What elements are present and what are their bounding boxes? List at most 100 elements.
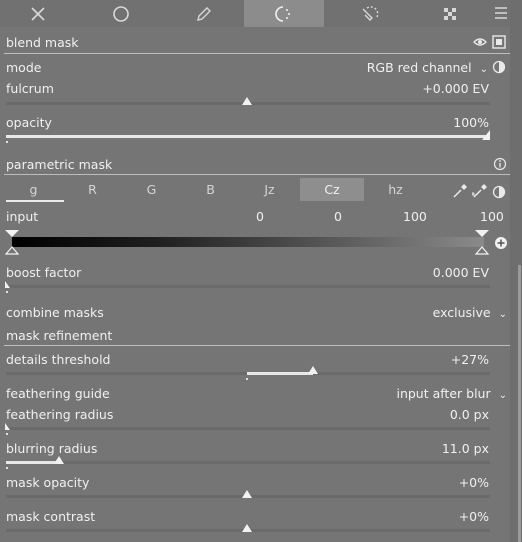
input-value-1: 0 [256,209,264,224]
channel-label: Cz [324,182,340,197]
feathering-guide-dropdown[interactable]: input after blur ⌄ [396,386,507,401]
combine-masks-label: combine masks [6,305,104,320]
input-value-3: 100 [403,209,427,224]
separator [4,53,510,54]
info-icon [493,157,507,171]
channel-label: B [206,182,215,197]
tab-drawn-parametric[interactable] [340,0,399,27]
channel-label: g [29,182,38,197]
drawn-parametric-icon [362,5,378,21]
channel-tab-Jz[interactable]: Jz [240,178,299,201]
raster-mask-icon [443,7,456,20]
opacity-label: opacity [6,115,52,130]
eyedropper-plus-icon [471,184,487,198]
channel-tab-hz[interactable]: hz [366,178,425,201]
fulcrum-marker[interactable] [242,97,252,105]
tab-raster-mask[interactable] [420,0,479,27]
scrollbar-thumb[interactable] [518,265,521,542]
pick-color-button[interactable] [452,183,468,202]
module-tab-bar [0,0,510,27]
boost-factor-value: 0.000 EV [432,265,489,280]
input-value-2: 0 [334,209,342,224]
invert-polarity-button[interactable] [492,185,506,202]
blurring-radius-value: 11.0 px [441,441,489,456]
tab-off[interactable] [8,0,67,27]
fulcrum-value: +0.000 EV [422,81,489,96]
separator [4,174,510,175]
chevron-down-icon: ⌄ [498,390,507,401]
mask-opacity-marker[interactable] [242,490,252,498]
tab-parametric-mask[interactable] [244,0,324,27]
channel-tab-R[interactable]: R [63,178,122,201]
details-threshold-label: details threshold [6,352,111,367]
blurring-radius-marker[interactable] [54,456,65,464]
details-threshold-marker[interactable] [308,366,319,374]
details-threshold-value: +27% [450,352,489,367]
chevron-down-icon: ⌄ [479,64,488,75]
mode-dropdown[interactable]: RGB red channel ⌄ [367,60,488,75]
input-gradient-bar[interactable] [12,237,484,247]
opacity-value: 100% [453,115,489,130]
mask-contrast-marker[interactable] [242,524,252,532]
half-circle-icon [492,185,506,199]
feathering-guide-value: input after blur [396,386,491,401]
slider-tick [6,291,8,293]
input-label: input [6,209,39,224]
separator [4,345,510,346]
tab-uniformly[interactable] [91,0,150,27]
channel-tab-B[interactable]: B [181,178,240,201]
parametric-mask-icon [275,5,290,22]
mode-label: mode [6,60,42,75]
boost-factor-marker[interactable] [5,281,11,289]
channel-tab-G[interactable]: G [122,178,181,201]
plus-circle-icon [495,237,507,249]
pencil-icon [196,6,211,21]
display-mask-button[interactable] [492,35,506,52]
channel-tab-Cz[interactable]: Cz [300,178,364,201]
feathering-radius-slider[interactable] [6,427,490,430]
blurring-radius-label: blurring radius [6,441,98,456]
tab-drawn-mask[interactable] [174,0,233,27]
boost-factor-label: boost factor [6,265,82,280]
channel-label: hz [388,182,403,197]
mask-opacity-label: mask opacity [6,475,90,490]
opacity-fill [6,135,490,138]
channel-tab-underline [6,200,64,202]
blend-mask-title: blend mask [6,35,79,50]
mask-contrast-value: +0% [458,509,489,524]
half-circle-icon [492,60,506,74]
range-bottom-left-marker[interactable] [5,246,19,255]
mask-opacity-value: +0% [458,475,489,490]
mask-contrast-label: mask contrast [6,509,96,524]
blurring-radius-slider[interactable] [6,461,490,464]
channel-tab-g[interactable]: g [4,178,63,201]
info-button[interactable] [493,157,507,174]
slider-tick [246,378,248,380]
combine-masks-dropdown[interactable]: exclusive ⌄ [433,305,507,320]
channel-label: G [146,182,157,197]
eyedropper-icon [453,184,467,198]
boost-factor-slider[interactable] [6,285,490,288]
range-bottom-right-marker[interactable] [475,246,489,255]
mask-refinement-title: mask refinement [6,328,113,343]
add-range-button[interactable] [494,236,508,253]
invert-channel-button[interactable] [492,60,506,77]
hamburger-menu-icon [495,7,507,19]
close-icon [30,6,45,21]
channel-label: Jz [264,182,275,197]
square-mask-icon [492,35,506,49]
feathering-radius-marker[interactable] [5,423,11,431]
mode-value: RGB red channel [366,60,472,75]
blurring-radius-fill [6,461,60,464]
slider-tick [6,467,8,469]
show-mask-button[interactable] [473,36,487,51]
feathering-radius-value: 0.0 px [449,407,489,422]
opacity-marker[interactable] [482,130,492,142]
circle-icon [112,5,129,22]
slider-tick [6,433,8,435]
feathering-guide-label: feathering guide [6,386,110,401]
menu-button[interactable] [494,6,508,23]
combine-masks-value: exclusive [432,305,491,320]
pick-range-button[interactable] [471,183,488,202]
input-value-4: 100 [480,209,504,224]
